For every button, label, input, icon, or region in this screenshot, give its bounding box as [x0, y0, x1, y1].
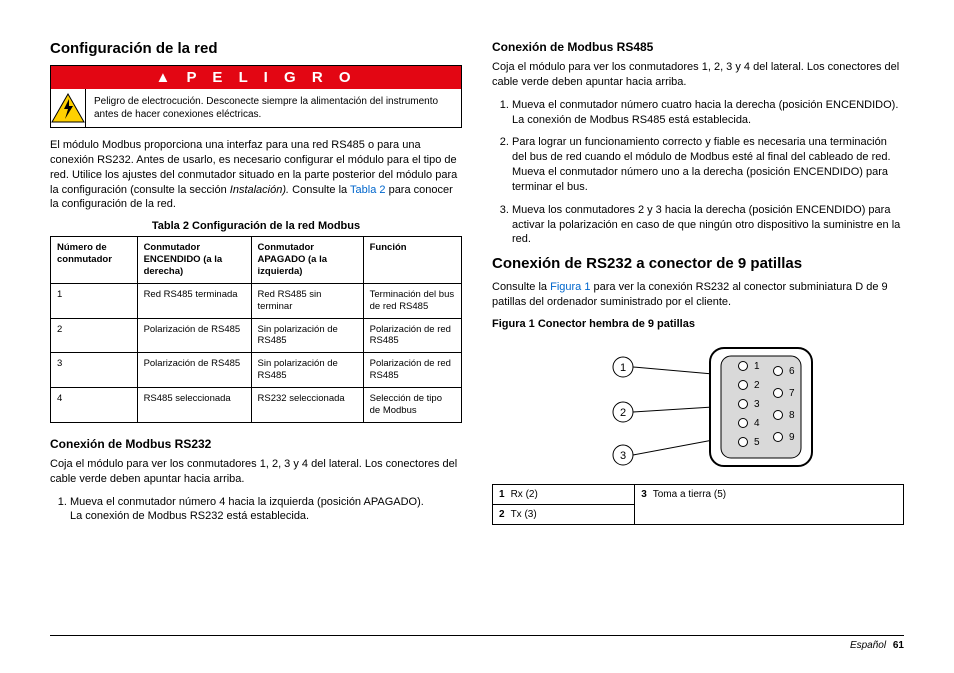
page-footer: Español 61: [50, 635, 904, 651]
svg-text:2: 2: [620, 407, 626, 419]
svg-text:8: 8: [789, 410, 795, 421]
connector-figure: 1 2 3 6 7 8 9 1 2 3: [492, 342, 904, 472]
list-item: Mueva el conmutador número 4 hacia la iz…: [70, 495, 462, 525]
table-row: 1Red RS485 terminadaRed RS485 sin termin…: [51, 283, 462, 318]
figure-1-link[interactable]: Figura 1: [550, 281, 590, 293]
section-heading: Configuración de la red: [50, 40, 462, 57]
th-switch-number: Número de conmutador: [51, 237, 138, 284]
rs232-steps: Mueva el conmutador número 4 hacia la iz…: [50, 495, 462, 525]
rs485-paragraph: Coja el módulo para ver los conmutadores…: [492, 60, 904, 90]
th-function: Función: [363, 237, 461, 284]
table-row: 2Polarización de RS485Sin polarización d…: [51, 318, 462, 353]
table-row: 3Polarización de RS485Sin polarización d…: [51, 353, 462, 388]
config-table: Número de conmutador Conmutador ENCENDID…: [50, 236, 462, 423]
table-2-link[interactable]: Tabla 2: [350, 184, 385, 196]
list-item: Mueva el conmutador número cuatro hacia …: [512, 98, 904, 128]
rs232-paragraph: Coja el módulo para ver los conmutadores…: [50, 457, 462, 487]
svg-text:4: 4: [754, 418, 760, 429]
svg-text:6: 6: [789, 366, 795, 377]
danger-box: ▲ P E L I G R O Peligro de electrocución…: [50, 65, 462, 128]
db9-connector-icon: 1 2 3 6 7 8 9 1 2 3: [563, 342, 833, 472]
list-item: Mueva los conmutadores 2 y 3 hacia la de…: [512, 203, 904, 248]
footer-page-number: 61: [893, 640, 904, 651]
left-column: Configuración de la red ▲ P E L I G R O …: [50, 40, 462, 615]
svg-text:9: 9: [789, 432, 795, 443]
svg-text:3: 3: [754, 399, 760, 410]
rs232-subheading: Conexión de Modbus RS232: [50, 437, 462, 451]
pin-row: 3Toma a tierra (5): [635, 484, 904, 524]
svg-text:1: 1: [754, 361, 760, 372]
svg-text:2: 2: [754, 380, 760, 391]
right-column: Conexión de Modbus RS485 Coja el módulo …: [492, 40, 904, 615]
table-caption: Tabla 2 Configuración de la red Modbus: [50, 220, 462, 232]
rs485-steps: Mueva el conmutador número cuatro hacia …: [492, 98, 904, 248]
danger-header: ▲ P E L I G R O: [51, 66, 461, 89]
table-row: 4RS485 seleccionadaRS232 seleccionadaSel…: [51, 388, 462, 423]
svg-text:1: 1: [620, 362, 626, 374]
th-on: Conmutador ENCENDIDO (a la derecha): [137, 237, 251, 284]
svg-text:3: 3: [620, 450, 626, 462]
list-item: Para lograr un funcionamiento correcto y…: [512, 135, 904, 194]
pin-table: 1Rx (2) 3Toma a tierra (5) 2Tx (3): [492, 484, 904, 525]
figure-caption: Figura 1 Conector hembra de 9 patillas: [492, 318, 904, 330]
intro-paragraph: El módulo Modbus proporciona una interfa…: [50, 138, 462, 212]
footer-language: Español: [850, 640, 886, 651]
nine-pin-paragraph: Consulte la Figura 1 para ver la conexió…: [492, 280, 904, 310]
danger-text: Peligro de electrocución. Desconecte sie…: [86, 89, 461, 127]
svg-text:7: 7: [789, 388, 795, 399]
th-off: Conmutador APAGADO (a la izquierda): [251, 237, 363, 284]
rs485-subheading: Conexión de Modbus RS485: [492, 40, 904, 54]
svg-text:5: 5: [754, 437, 760, 448]
pin-row: 1Rx (2): [493, 484, 635, 504]
danger-title: P E L I G R O: [187, 69, 357, 86]
warning-triangle-icon: ▲: [155, 69, 176, 86]
pin-row: 2Tx (3): [493, 504, 635, 524]
nine-pin-heading: Conexión de RS232 a conector de 9 patill…: [492, 255, 904, 272]
electrocution-hazard-icon: [51, 89, 86, 127]
